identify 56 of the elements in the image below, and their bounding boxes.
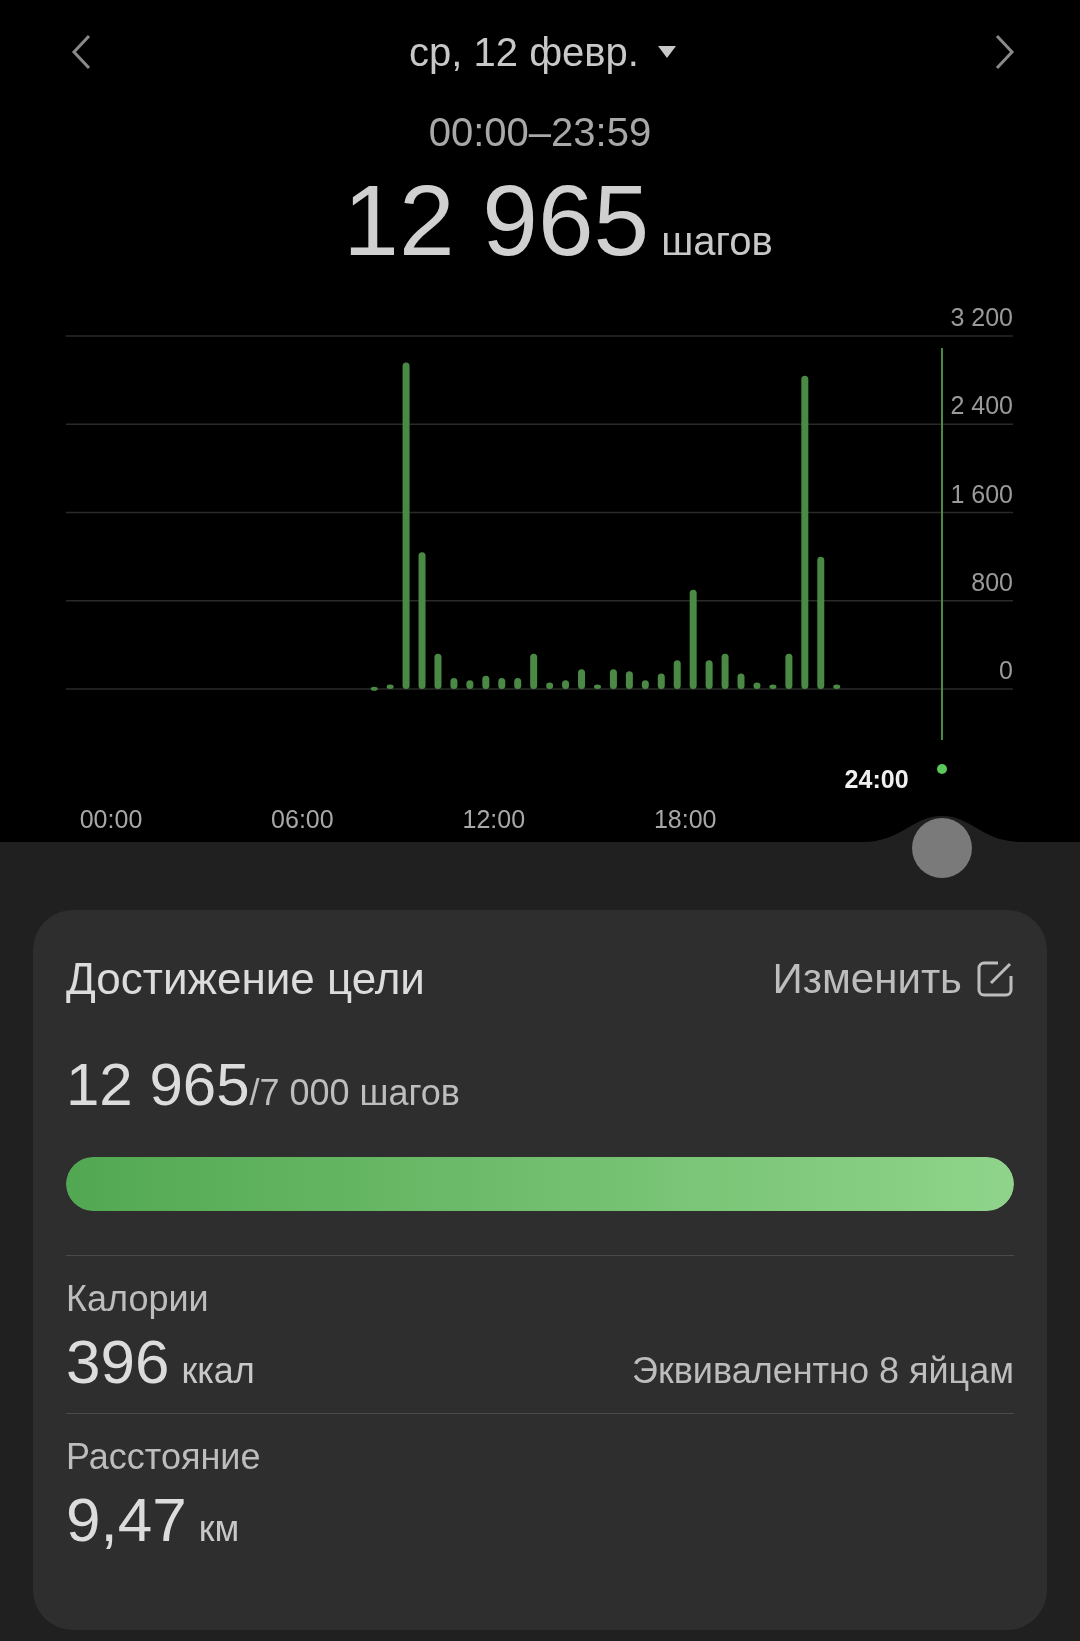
date-picker[interactable]: ср, 12 февр. bbox=[409, 29, 677, 75]
step-bar bbox=[434, 653, 442, 689]
step-bar bbox=[594, 684, 601, 689]
chevron-left-icon bbox=[70, 33, 92, 71]
stat-label: Калории bbox=[66, 1278, 210, 1320]
step-bar bbox=[562, 680, 570, 689]
step-bar bbox=[657, 673, 665, 689]
edit-button[interactable]: Изменить bbox=[772, 955, 1014, 1003]
step-bar bbox=[609, 669, 617, 689]
x-axis-label: 12:00 bbox=[462, 805, 526, 833]
step-bar bbox=[785, 653, 793, 689]
stat-label: Расстояние bbox=[66, 1436, 262, 1478]
step-bar bbox=[482, 675, 490, 689]
goal-current: 12 965 bbox=[66, 1050, 250, 1119]
y-axis-label: 800 bbox=[971, 567, 1013, 596]
goal-target: /7 000 шагов bbox=[249, 1072, 460, 1114]
selected-time-label: 24:00 bbox=[844, 765, 909, 793]
step-bar bbox=[769, 684, 777, 689]
y-axis-label: 3 200 bbox=[950, 303, 1013, 331]
step-bar bbox=[625, 671, 633, 689]
time-cursor-dot bbox=[937, 764, 947, 774]
dropdown-triangle-icon bbox=[656, 45, 677, 59]
step-bar bbox=[514, 677, 522, 689]
card-title: Достижение цели bbox=[66, 954, 425, 1004]
step-bar bbox=[641, 680, 649, 689]
step-bar bbox=[833, 684, 841, 689]
step-bar bbox=[721, 653, 729, 689]
x-axis-label: 00:00 bbox=[79, 805, 143, 833]
x-axis-label: 18:00 bbox=[653, 805, 717, 833]
stat-unit: км bbox=[198, 1508, 240, 1549]
stat-value: 9,47 bbox=[66, 1485, 187, 1554]
slider-handle[interactable] bbox=[912, 818, 972, 878]
step-bar bbox=[705, 660, 713, 689]
stat-value: 396 bbox=[66, 1327, 170, 1396]
step-bar bbox=[546, 682, 554, 689]
step-bar bbox=[386, 684, 394, 689]
y-axis-label: 1 600 bbox=[950, 479, 1013, 508]
step-unit: шагов bbox=[661, 219, 773, 264]
step-bar bbox=[737, 673, 745, 689]
step-bar bbox=[466, 680, 474, 689]
step-bar bbox=[498, 677, 506, 689]
stat-unit: ккал bbox=[181, 1350, 255, 1391]
y-axis-label: 2 400 bbox=[950, 391, 1013, 420]
edit-icon bbox=[976, 960, 1014, 998]
y-axis-label: 0 bbox=[999, 656, 1013, 684]
step-count: 12 965 bbox=[343, 163, 650, 278]
x-axis-label: 06:00 bbox=[271, 805, 334, 833]
step-bar bbox=[578, 669, 586, 689]
step-bar bbox=[673, 660, 681, 689]
step-bar bbox=[753, 682, 761, 689]
step-bar bbox=[530, 653, 538, 689]
chevron-right-icon bbox=[994, 33, 1016, 71]
time-range: 00:00–23:59 bbox=[427, 110, 653, 155]
step-bar bbox=[450, 677, 458, 689]
stat-note: Эквивалентно 8 яйцам bbox=[632, 1350, 1014, 1392]
step-bar bbox=[370, 686, 378, 691]
